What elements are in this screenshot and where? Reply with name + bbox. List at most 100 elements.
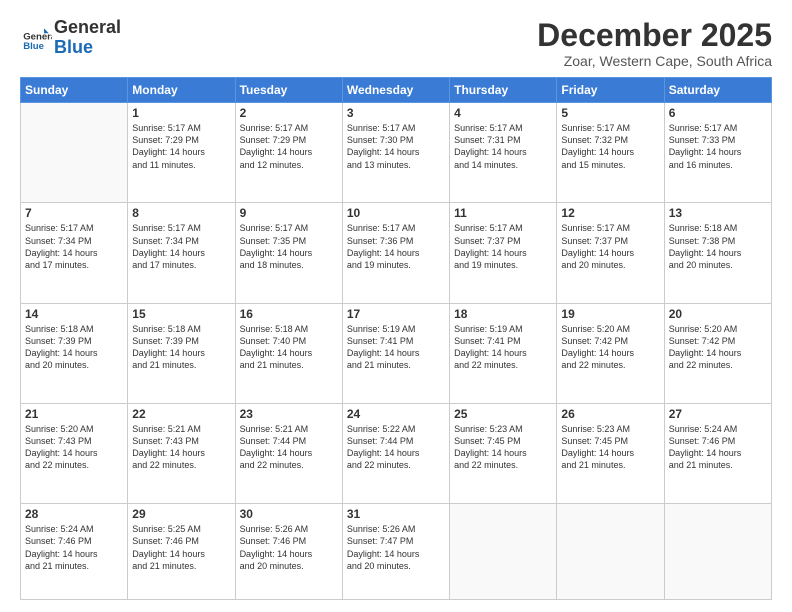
header-sunday: Sunday — [21, 78, 128, 103]
day-number: 21 — [25, 407, 123, 421]
day-info: Sunrise: 5:17 AM Sunset: 7:34 PM Dayligh… — [132, 222, 230, 271]
week-row-4: 28 Sunrise: 5:24 AM Sunset: 7:46 PM Dayli… — [21, 504, 772, 600]
week-row-0: 1Sunrise: 5:17 AM Sunset: 7:29 PM Daylig… — [21, 103, 772, 203]
day-info: Sunrise: 5:18 AM Sunset: 7:38 PM Dayligh… — [669, 222, 767, 271]
table-cell: 20 Sunrise: 5:20 AM Sunset: 7:42 PM Dayli… — [664, 303, 771, 403]
day-info: Sunrise: 5:19 AM Sunset: 7:41 PM Dayligh… — [347, 323, 445, 372]
week-row-3: 21 Sunrise: 5:20 AM Sunset: 7:43 PM Dayli… — [21, 404, 772, 504]
day-info: Sunrise: 5:18 AM Sunset: 7:40 PM Dayligh… — [240, 323, 338, 372]
title-block: December 2025 Zoar, Western Cape, South … — [537, 18, 772, 69]
day-number: 5 — [561, 106, 659, 120]
day-info: Sunrise: 5:24 AM Sunset: 7:46 PM Dayligh… — [669, 423, 767, 472]
day-info: Sunrise: 5:21 AM Sunset: 7:43 PM Dayligh… — [132, 423, 230, 472]
svg-text:Blue: Blue — [23, 41, 44, 52]
table-cell: 16Sunrise: 5:18 AM Sunset: 7:40 PM Dayli… — [235, 303, 342, 403]
day-number: 4 — [454, 106, 552, 120]
table-cell: 18 Sunrise: 5:19 AM Sunset: 7:41 PM Dayli… — [450, 303, 557, 403]
table-cell: 24Sunrise: 5:22 AM Sunset: 7:44 PM Dayli… — [342, 404, 449, 504]
day-number: 7 — [25, 206, 123, 220]
day-number: 29 — [132, 507, 230, 521]
table-cell — [450, 504, 557, 600]
table-cell: 11 Sunrise: 5:17 AM Sunset: 7:37 PM Dayli… — [450, 203, 557, 303]
day-info: Sunrise: 5:17 AM Sunset: 7:31 PM Dayligh… — [454, 122, 552, 171]
header-thursday: Thursday — [450, 78, 557, 103]
table-cell: 28 Sunrise: 5:24 AM Sunset: 7:46 PM Dayli… — [21, 504, 128, 600]
day-number: 23 — [240, 407, 338, 421]
day-info: Sunrise: 5:17 AM Sunset: 7:36 PM Dayligh… — [347, 222, 445, 271]
day-info: Sunrise: 5:24 AM Sunset: 7:46 PM Dayligh… — [25, 523, 123, 572]
month-title: December 2025 — [537, 18, 772, 53]
day-info: Sunrise: 5:17 AM Sunset: 7:34 PM Dayligh… — [25, 222, 123, 271]
day-number: 30 — [240, 507, 338, 521]
day-number: 25 — [454, 407, 552, 421]
table-cell: 9Sunrise: 5:17 AM Sunset: 7:35 PM Daylig… — [235, 203, 342, 303]
day-info: Sunrise: 5:23 AM Sunset: 7:45 PM Dayligh… — [561, 423, 659, 472]
table-cell: 6 Sunrise: 5:17 AM Sunset: 7:33 PM Daylig… — [664, 103, 771, 203]
day-number: 28 — [25, 507, 123, 521]
table-cell: 3 Sunrise: 5:17 AM Sunset: 7:30 PM Daylig… — [342, 103, 449, 203]
subtitle: Zoar, Western Cape, South Africa — [537, 53, 772, 69]
day-info: Sunrise: 5:17 AM Sunset: 7:29 PM Dayligh… — [132, 122, 230, 171]
day-info: Sunrise: 5:23 AM Sunset: 7:45 PM Dayligh… — [454, 423, 552, 472]
table-cell: 26 Sunrise: 5:23 AM Sunset: 7:45 PM Dayli… — [557, 404, 664, 504]
week-row-1: 7 Sunrise: 5:17 AM Sunset: 7:34 PM Daylig… — [21, 203, 772, 303]
week-row-2: 14 Sunrise: 5:18 AM Sunset: 7:39 PM Dayli… — [21, 303, 772, 403]
day-info: Sunrise: 5:17 AM Sunset: 7:33 PM Dayligh… — [669, 122, 767, 171]
day-number: 24 — [347, 407, 445, 421]
table-cell: 12 Sunrise: 5:17 AM Sunset: 7:37 PM Dayli… — [557, 203, 664, 303]
table-cell: 5Sunrise: 5:17 AM Sunset: 7:32 PM Daylig… — [557, 103, 664, 203]
table-cell: 21 Sunrise: 5:20 AM Sunset: 7:43 PM Dayli… — [21, 404, 128, 504]
day-number: 9 — [240, 206, 338, 220]
day-number: 18 — [454, 307, 552, 321]
table-cell: 19 Sunrise: 5:20 AM Sunset: 7:42 PM Dayli… — [557, 303, 664, 403]
day-number: 22 — [132, 407, 230, 421]
table-cell: 15 Sunrise: 5:18 AM Sunset: 7:39 PM Dayli… — [128, 303, 235, 403]
day-info: Sunrise: 5:20 AM Sunset: 7:43 PM Dayligh… — [25, 423, 123, 472]
day-info: Sunrise: 5:19 AM Sunset: 7:41 PM Dayligh… — [454, 323, 552, 372]
table-cell: 4 Sunrise: 5:17 AM Sunset: 7:31 PM Daylig… — [450, 103, 557, 203]
day-info: Sunrise: 5:26 AM Sunset: 7:47 PM Dayligh… — [347, 523, 445, 572]
day-info: Sunrise: 5:20 AM Sunset: 7:42 PM Dayligh… — [561, 323, 659, 372]
table-cell: 17 Sunrise: 5:19 AM Sunset: 7:41 PM Dayli… — [342, 303, 449, 403]
day-info: Sunrise: 5:20 AM Sunset: 7:42 PM Dayligh… — [669, 323, 767, 372]
logo-icon: General Blue — [20, 22, 52, 54]
day-number: 12 — [561, 206, 659, 220]
day-number: 6 — [669, 106, 767, 120]
logo-text: General Blue — [54, 18, 121, 58]
table-cell: 27 Sunrise: 5:24 AM Sunset: 7:46 PM Dayli… — [664, 404, 771, 504]
table-cell: 7 Sunrise: 5:17 AM Sunset: 7:34 PM Daylig… — [21, 203, 128, 303]
day-number: 17 — [347, 307, 445, 321]
table-cell: 10 Sunrise: 5:17 AM Sunset: 7:36 PM Dayli… — [342, 203, 449, 303]
day-number: 26 — [561, 407, 659, 421]
day-info: Sunrise: 5:17 AM Sunset: 7:37 PM Dayligh… — [561, 222, 659, 271]
day-number: 13 — [669, 206, 767, 220]
day-number: 8 — [132, 206, 230, 220]
day-number: 31 — [347, 507, 445, 521]
day-info: Sunrise: 5:17 AM Sunset: 7:37 PM Dayligh… — [454, 222, 552, 271]
header-monday: Monday — [128, 78, 235, 103]
table-cell: 14Sunrise: 5:18 AM Sunset: 7:39 PM Dayli… — [21, 303, 128, 403]
table-cell — [664, 504, 771, 600]
day-info: Sunrise: 5:18 AM Sunset: 7:39 PM Dayligh… — [132, 323, 230, 372]
header-wednesday: Wednesday — [342, 78, 449, 103]
day-number: 19 — [561, 307, 659, 321]
day-number: 10 — [347, 206, 445, 220]
day-number: 20 — [669, 307, 767, 321]
table-cell — [557, 504, 664, 600]
header-friday: Friday — [557, 78, 664, 103]
day-number: 15 — [132, 307, 230, 321]
day-number: 27 — [669, 407, 767, 421]
table-cell: 25 Sunrise: 5:23 AM Sunset: 7:45 PM Dayli… — [450, 404, 557, 504]
table-cell — [21, 103, 128, 203]
header: General Blue General Blue December 2025 … — [20, 18, 772, 69]
day-info: Sunrise: 5:26 AM Sunset: 7:46 PM Dayligh… — [240, 523, 338, 572]
day-number: 11 — [454, 206, 552, 220]
day-number: 3 — [347, 106, 445, 120]
header-tuesday: Tuesday — [235, 78, 342, 103]
day-info: Sunrise: 5:17 AM Sunset: 7:29 PM Dayligh… — [240, 122, 338, 171]
table-cell: 23Sunrise: 5:21 AM Sunset: 7:44 PM Dayli… — [235, 404, 342, 504]
day-number: 2 — [240, 106, 338, 120]
day-info: Sunrise: 5:17 AM Sunset: 7:30 PM Dayligh… — [347, 122, 445, 171]
table-cell: 2 Sunrise: 5:17 AM Sunset: 7:29 PM Daylig… — [235, 103, 342, 203]
day-number: 14 — [25, 307, 123, 321]
